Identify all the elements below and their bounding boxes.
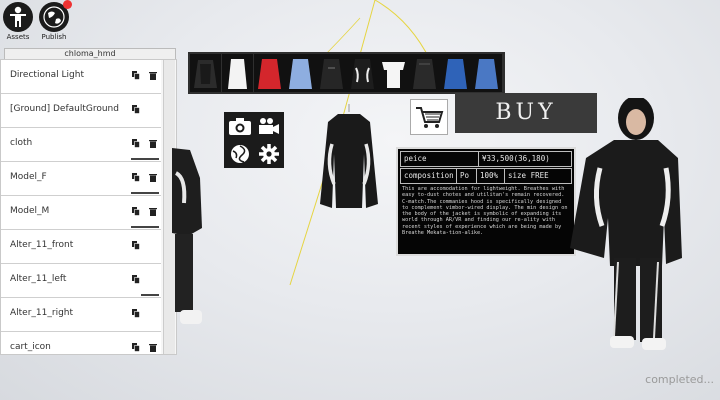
hierarchy-item-label: Alter_11_left bbox=[10, 274, 67, 284]
view-tools-panel bbox=[224, 112, 284, 168]
thumbnail-2[interactable] bbox=[222, 54, 253, 92]
product-info-board: peice ¥33,500(36,180) composition Po 100… bbox=[396, 147, 576, 256]
gear-icon[interactable] bbox=[258, 143, 280, 165]
trash-icon[interactable] bbox=[149, 139, 157, 148]
copy-icon[interactable] bbox=[132, 309, 140, 318]
hierarchy-item-label: Directional Light bbox=[10, 70, 84, 80]
camera-icon[interactable] bbox=[228, 116, 252, 136]
hierarchy-item-label: Model_M bbox=[10, 206, 50, 216]
copy-icon[interactable] bbox=[132, 71, 140, 80]
hierarchy-item-ground[interactable]: [Ground] DefaultGround bbox=[1, 94, 161, 128]
price-value: ¥33,500(36,180) bbox=[478, 151, 572, 167]
jacket-display[interactable] bbox=[312, 104, 386, 216]
hierarchy-item-alter-front[interactable]: Alter_11_front bbox=[1, 230, 161, 264]
composition-material: Po bbox=[456, 168, 477, 184]
hierarchy-panel: Directional Light [Ground] DefaultGround… bbox=[0, 59, 177, 355]
hierarchy-item-directional-light[interactable]: Directional Light bbox=[1, 60, 161, 94]
hierarchy-item-alter-left[interactable]: Alter_11_left bbox=[1, 264, 161, 298]
hierarchy-item-label: cart_icon bbox=[10, 342, 51, 352]
copy-icon[interactable] bbox=[132, 207, 140, 216]
texture-swirl-icon[interactable] bbox=[228, 143, 252, 165]
product-description: This are accomodation for lightweight. B… bbox=[402, 186, 568, 237]
trash-icon[interactable] bbox=[149, 71, 157, 80]
row-underline bbox=[141, 294, 159, 296]
price-label: peice bbox=[400, 151, 479, 167]
hierarchy-item-label: Alter_11_front bbox=[10, 240, 74, 250]
notification-badge bbox=[63, 0, 72, 9]
copy-icon[interactable] bbox=[132, 343, 140, 352]
thumbnail-10[interactable] bbox=[471, 54, 502, 92]
row-underline bbox=[131, 158, 159, 160]
hierarchy-item-label: cloth bbox=[10, 138, 33, 148]
shopping-cart-icon bbox=[416, 107, 444, 128]
thumbnail-4[interactable] bbox=[285, 54, 316, 92]
hierarchy-item-label: Alter_11_right bbox=[10, 308, 74, 318]
person-icon bbox=[3, 2, 33, 32]
thumbnail-7[interactable] bbox=[378, 54, 409, 92]
assets-label: Assets bbox=[6, 33, 30, 41]
cart-button[interactable] bbox=[410, 99, 448, 135]
hierarchy-item-label: [Ground] DefaultGround bbox=[10, 104, 119, 114]
thumbnail-6[interactable] bbox=[347, 54, 378, 92]
thumbnail-1[interactable] bbox=[190, 54, 221, 92]
product-thumbnail-strip bbox=[188, 52, 505, 94]
hierarchy-item-cart-icon[interactable]: cart_icon bbox=[1, 332, 161, 354]
size-label: size FREE bbox=[504, 168, 572, 184]
globe-icon bbox=[39, 0, 72, 32]
model-f-figure[interactable] bbox=[566, 98, 686, 360]
composition-percent: 100% bbox=[476, 168, 505, 184]
status-text: completed... bbox=[645, 373, 714, 386]
hierarchy-item-model-m[interactable]: Model_M bbox=[1, 196, 161, 230]
row-underline bbox=[131, 226, 159, 228]
thumbnail-9[interactable] bbox=[440, 54, 471, 92]
copy-icon[interactable] bbox=[132, 241, 140, 250]
assets-button[interactable]: Assets bbox=[0, 2, 36, 41]
publish-label: Publish bbox=[41, 33, 67, 41]
copy-icon[interactable] bbox=[132, 173, 140, 182]
copy-icon[interactable] bbox=[132, 105, 140, 114]
model-m-figure[interactable] bbox=[172, 148, 208, 330]
hierarchy-item-label: Model_F bbox=[10, 172, 47, 182]
hierarchy-item-alter-right[interactable]: Alter_11_right bbox=[1, 298, 161, 332]
hierarchy-item-cloth[interactable]: cloth bbox=[1, 128, 161, 162]
publish-button[interactable]: Publish bbox=[36, 0, 72, 41]
thumbnail-8[interactable] bbox=[409, 54, 440, 92]
hierarchy-item-model-f[interactable]: Model_F bbox=[1, 162, 161, 196]
thumbnail-3[interactable] bbox=[254, 54, 285, 92]
composition-label: composition bbox=[400, 168, 457, 184]
copy-icon[interactable] bbox=[132, 139, 140, 148]
video-camera-icon[interactable] bbox=[257, 116, 281, 136]
thumbnail-5[interactable] bbox=[316, 54, 347, 92]
trash-icon[interactable] bbox=[149, 343, 157, 352]
row-underline bbox=[131, 192, 159, 194]
copy-icon[interactable] bbox=[132, 275, 140, 284]
trash-icon[interactable] bbox=[149, 207, 157, 216]
trash-icon[interactable] bbox=[149, 173, 157, 182]
